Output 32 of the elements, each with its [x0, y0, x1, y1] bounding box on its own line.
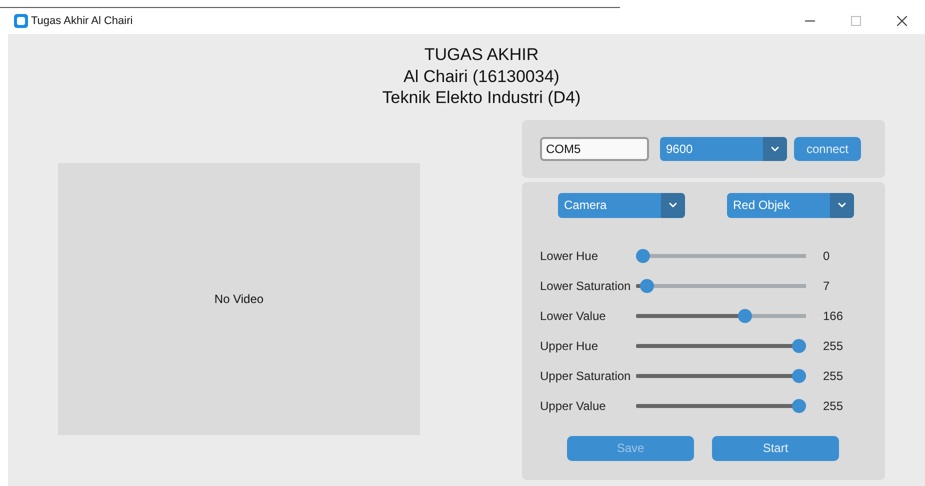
- slider-value: 255: [823, 338, 844, 352]
- slider-label: Upper Saturation: [540, 368, 632, 382]
- heading-line: Al Chairi (16130034): [404, 66, 560, 87]
- slider-thumb[interactable]: [792, 368, 806, 382]
- slider-thumb[interactable]: [792, 338, 806, 352]
- app-icon: [14, 14, 28, 28]
- port-field[interactable]: COM5: [540, 136, 649, 160]
- slider-value: 7: [823, 278, 830, 292]
- slider-thumb[interactable]: [792, 398, 806, 412]
- video-message: No Video: [214, 292, 264, 306]
- slider-thumb[interactable]: [636, 248, 650, 262]
- window-title: Tugas Akhir Al Chairi: [31, 15, 133, 27]
- connect-button[interactable]: connect: [794, 136, 861, 160]
- slider-label: Lower Saturation: [540, 278, 632, 292]
- slider-label: Upper Hue: [540, 338, 600, 352]
- maximize-icon[interactable]: [851, 16, 861, 26]
- heading-line: Teknik Elekto Industri (D4): [382, 87, 581, 108]
- slider-label: Lower Hue: [540, 248, 600, 262]
- close-icon[interactable]: [897, 16, 907, 26]
- dropdown[interactable]: Red Objek: [727, 192, 854, 218]
- slider-value: 166: [823, 308, 844, 322]
- heading-line: TUGAS AKHIR: [424, 44, 539, 66]
- slider-value: 255: [823, 398, 844, 412]
- slider-label: Upper Value: [540, 398, 607, 412]
- slider-thumb[interactable]: [738, 308, 752, 322]
- slider-value: 255: [823, 368, 844, 382]
- dropdown[interactable]: Camera: [558, 192, 685, 218]
- slider-thumb[interactable]: [640, 278, 654, 292]
- baud-dropdown[interactable]: 9600: [660, 136, 787, 160]
- slider-label: Lower Value: [540, 308, 607, 322]
- slider-value: 0: [823, 248, 830, 262]
- start-button[interactable]: Start: [712, 436, 839, 460]
